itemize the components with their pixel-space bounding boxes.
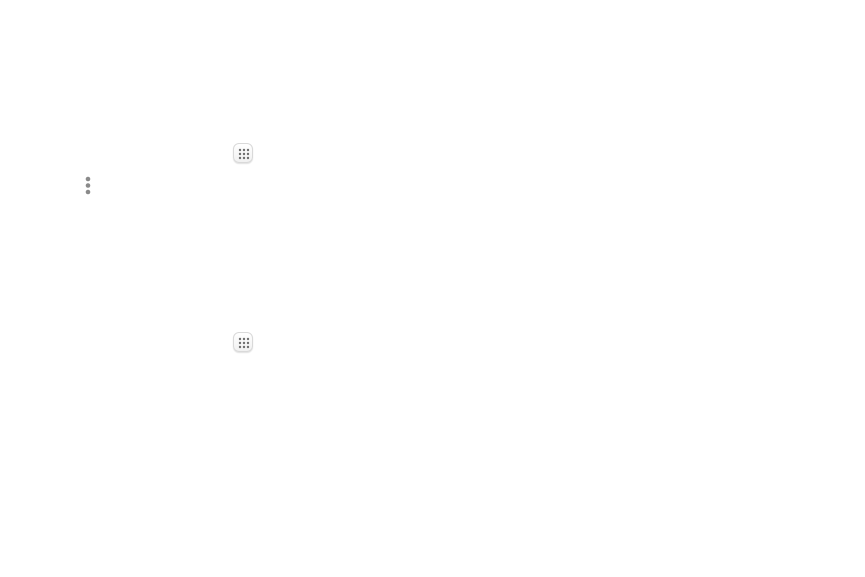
more-options-glyph bbox=[85, 176, 91, 195]
apps-grid-icon bbox=[233, 143, 253, 163]
apps-grid-icon bbox=[233, 332, 253, 352]
apps-grid-glyph bbox=[238, 148, 250, 160]
more-options-vertical-icon bbox=[84, 175, 92, 197]
apps-grid-glyph bbox=[238, 337, 250, 349]
